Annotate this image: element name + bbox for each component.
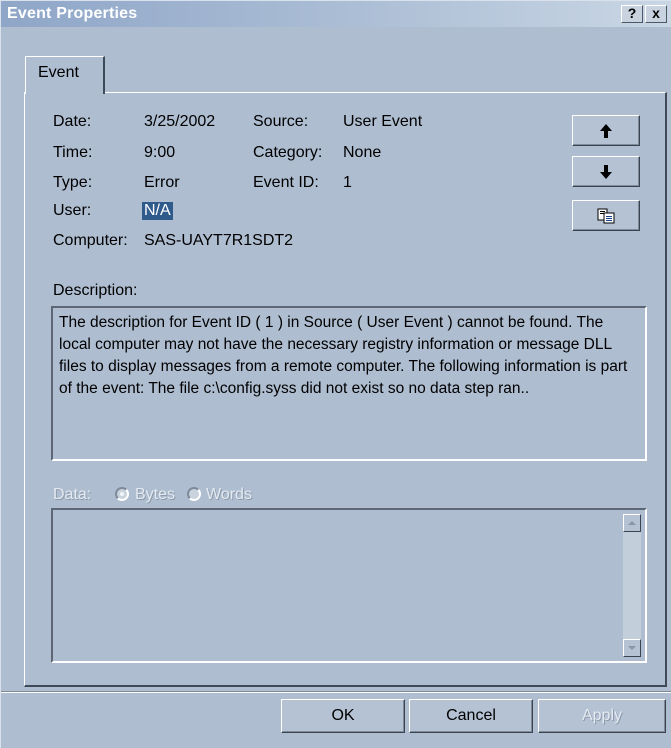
window-title: Event Properties — [7, 5, 138, 22]
type-value: Error — [144, 174, 180, 191]
date-value: 3/25/2002 — [144, 113, 216, 130]
user-label: User: — [53, 202, 92, 219]
category-label: Category: — [253, 144, 323, 161]
close-button[interactable]: x — [645, 5, 667, 23]
type-label: Type: — [53, 174, 93, 191]
scroll-down-arrow-icon — [628, 646, 636, 650]
copy-icon — [597, 208, 615, 223]
tab-event-label: Event — [38, 64, 79, 81]
time-label: Time: — [53, 144, 93, 161]
ok-button[interactable]: OK — [281, 699, 405, 733]
tab-event[interactable]: Event — [25, 56, 105, 94]
data-textbox[interactable] — [51, 508, 647, 663]
time-value: 9:00 — [144, 144, 176, 161]
footer-separator — [1, 691, 671, 693]
data-scrollbar[interactable] — [623, 514, 641, 657]
scroll-down-button[interactable] — [623, 639, 641, 657]
cancel-button[interactable]: Cancel — [409, 699, 533, 733]
computer-label: Computer: — [53, 232, 128, 249]
apply-button[interactable]: Apply — [538, 699, 666, 733]
copy-button[interactable] — [572, 200, 640, 231]
arrow-up-icon — [600, 123, 612, 138]
help-button[interactable]: ? — [621, 5, 643, 23]
event-id-value: 1 — [343, 174, 352, 191]
data-label: Data: — [53, 486, 92, 503]
event-id-label: Event ID: — [253, 174, 319, 191]
previous-event-button[interactable] — [572, 115, 640, 146]
scroll-up-button[interactable] — [623, 514, 641, 532]
source-label: Source: — [253, 113, 309, 130]
computer-value: SAS-UAYT7R1SDT2 — [144, 232, 294, 249]
event-properties-dialog: Event Properties ? x Event Date: 3/25/20… — [0, 0, 671, 748]
next-event-button[interactable] — [572, 156, 640, 187]
source-value: User Event — [343, 113, 423, 130]
bytes-radio-label[interactable]: Bytes — [135, 486, 175, 504]
date-label: Date: — [53, 113, 92, 130]
scroll-up-arrow-icon — [628, 521, 636, 525]
category-value: None — [343, 144, 382, 161]
description-textbox[interactable]: The description for Event ID ( 1 ) in So… — [51, 306, 647, 461]
user-value[interactable]: N/A — [142, 202, 173, 220]
description-text: The description for Event ID ( 1 ) in So… — [59, 314, 628, 397]
title-bar[interactable]: Event Properties ? x — [1, 1, 671, 27]
bytes-radio[interactable] — [115, 487, 129, 501]
words-radio-label[interactable]: Words — [206, 486, 252, 504]
words-radio[interactable] — [187, 487, 201, 501]
description-label: Description: — [53, 282, 138, 299]
arrow-down-icon — [600, 164, 612, 179]
